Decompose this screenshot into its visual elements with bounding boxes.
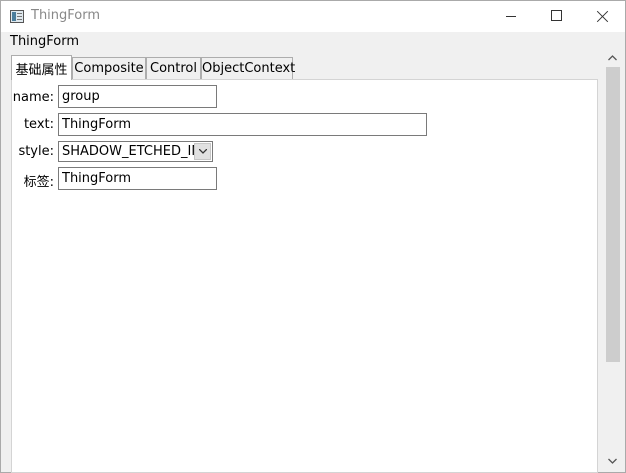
text-label: text: xyxy=(23,117,54,132)
style-dropdown[interactable]: SHADOW_ETCHED_IN xyxy=(58,141,213,162)
name-field[interactable] xyxy=(58,85,217,108)
text-field[interactable] xyxy=(58,113,427,136)
scrollbar-thumb[interactable] xyxy=(606,67,620,362)
close-button[interactable] xyxy=(580,1,626,32)
name-label: name: xyxy=(12,90,54,105)
tab-basic-properties[interactable]: 基础属性 xyxy=(11,55,72,80)
app-form-icon xyxy=(10,10,24,23)
tab-composite[interactable]: Composite xyxy=(72,57,146,79)
tab-panel: name: text: style: SHADOW_ETCHED_IN 标签: xyxy=(11,79,598,473)
maximize-icon xyxy=(551,10,562,21)
close-icon xyxy=(597,10,609,22)
group-title: ThingForm xyxy=(10,34,80,49)
title-bar[interactable]: ThingForm xyxy=(1,1,625,32)
style-selected-value: SHADOW_ETCHED_IN xyxy=(62,144,202,159)
minimize-button[interactable] xyxy=(488,1,534,32)
tag-label: 标签: xyxy=(23,175,54,190)
tab-objectcontext[interactable]: ObjectContext xyxy=(201,57,295,79)
scroll-down-arrow-icon[interactable] xyxy=(604,453,621,470)
scroll-up-arrow-icon[interactable] xyxy=(604,50,621,67)
maximize-button[interactable] xyxy=(534,1,580,32)
thingform-window: ThingForm ThingForm 基础属性 Composite Contr… xyxy=(0,0,626,473)
chevron-down-icon[interactable] xyxy=(194,143,211,160)
vertical-scrollbar[interactable] xyxy=(604,50,621,470)
minimize-icon xyxy=(506,16,516,17)
style-label: style: xyxy=(18,144,54,159)
tab-control[interactable]: Control xyxy=(146,57,201,79)
tag-field[interactable] xyxy=(58,167,217,190)
window-title: ThingForm xyxy=(31,8,101,23)
